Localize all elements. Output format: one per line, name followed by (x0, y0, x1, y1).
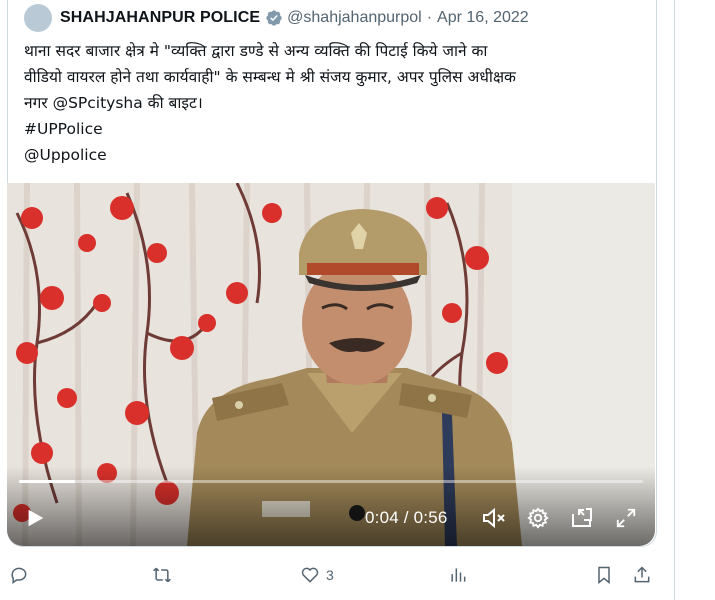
pip-button[interactable] (569, 505, 595, 531)
verified-badge-icon (266, 10, 282, 26)
author-name[interactable]: SHAHJAHANPUR POLICE (60, 9, 260, 27)
share-icon (634, 566, 650, 583)
tweet-text: थाना सदर बाजार क्षेत्र मे "व्यक्ति द्वार… (24, 38, 644, 168)
bookmark-button[interactable] (594, 564, 614, 586)
separator-dot: · (426, 9, 433, 26)
heart-icon (301, 567, 319, 583)
settings-button[interactable] (525, 505, 551, 531)
video-player[interactable]: 0:04 / 0:56 (7, 183, 655, 546)
share-button[interactable] (632, 564, 652, 586)
like-count: 3 (326, 567, 334, 583)
controls-gradient (7, 466, 655, 546)
tweet-header: SHAHJAHANPUR POLICE @shahjahanpurpol · A… (24, 4, 529, 32)
like-button[interactable]: 3 (300, 564, 334, 586)
mute-button[interactable] (480, 505, 508, 531)
mention-link[interactable]: @Uppolice (24, 142, 644, 168)
tweet-text-line: थाना सदर बाजार क्षेत्र मे "व्यक्ति द्वार… (24, 42, 488, 60)
tweet-date[interactable]: Apr 16, 2022 (437, 9, 529, 27)
views-button[interactable] (448, 564, 468, 586)
video-time: 0:04 / 0:56 (365, 508, 448, 527)
column-divider (674, 0, 675, 600)
fullscreen-icon (616, 508, 636, 528)
bookmark-icon (598, 566, 610, 585)
mute-icon (483, 507, 505, 529)
gear-icon (527, 507, 549, 529)
play-button[interactable] (22, 505, 48, 531)
picture-in-picture-icon (572, 508, 592, 527)
hashtag-link[interactable]: #UPPolice (24, 116, 644, 142)
video-progress-fill (19, 480, 76, 483)
author-handle[interactable]: @shahjahanpurpol (287, 9, 422, 27)
video-progress-bar[interactable] (19, 480, 643, 483)
tweet-text-line: नगर @SPcitysha की बाइट। (24, 94, 203, 112)
tweet-text-line: वीडियो वायरल होने तथा कार्यवाही" के सम्ब… (24, 68, 516, 86)
tweet-actions: 3 (0, 560, 660, 590)
reply-button[interactable] (9, 564, 29, 586)
avatar[interactable] (24, 4, 52, 32)
reply-icon (11, 567, 27, 584)
retweet-button[interactable] (152, 564, 172, 586)
views-icon (451, 568, 466, 582)
fullscreen-button[interactable] (613, 505, 639, 531)
play-icon (28, 509, 44, 527)
retweet-icon (153, 567, 171, 583)
